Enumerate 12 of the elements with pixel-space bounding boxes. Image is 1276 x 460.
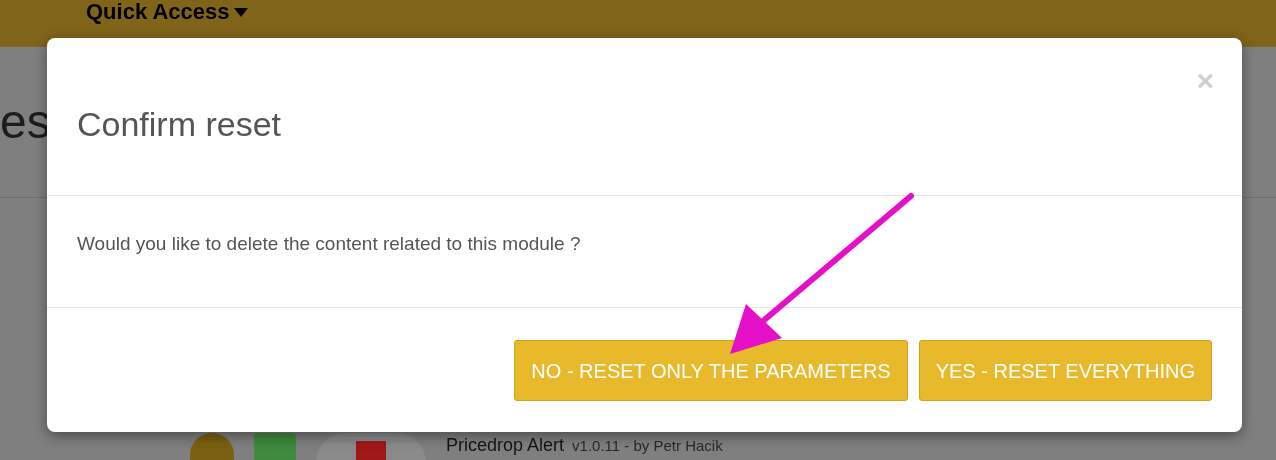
- dialog-title: Confirm reset: [77, 104, 282, 145]
- app-icon: [254, 433, 296, 460]
- quick-access-menu[interactable]: Quick Access: [86, 0, 248, 24]
- dialog-message: Would you like to delete the content related to this module ?: [77, 232, 581, 257]
- page-heading: es: [0, 95, 51, 149]
- close-button[interactable]: ×: [1196, 66, 1214, 96]
- reset-button[interactable]: NO - RESET ONLY THE PARAMETERS: [514, 340, 908, 401]
- badge-icon: [190, 433, 234, 460]
- module-name: Pricedrop Alert: [446, 435, 565, 456]
- caret-icon: [233, 7, 248, 17]
- reset-button[interactable]: YES - RESET EVERYTHING: [918, 340, 1212, 401]
- module-meta: v1.0.11 - by Petr Hacik: [572, 436, 723, 456]
